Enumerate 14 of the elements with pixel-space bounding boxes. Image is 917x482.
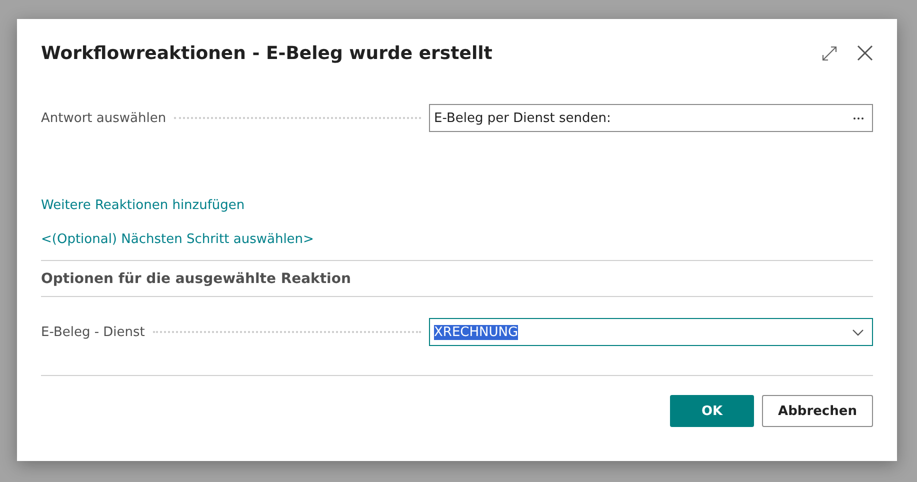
field-label: E-Beleg - Dienst: [41, 324, 145, 340]
more-icon[interactable]: [853, 116, 864, 120]
section-heading: Optionen für die ausgewählte Reaktion: [41, 270, 352, 289]
next-step-link[interactable]: <(Optional) Nächsten Schritt auswählen>: [41, 232, 314, 247]
close-icon[interactable]: [857, 45, 873, 61]
ok-button[interactable]: OK: [670, 395, 754, 427]
chevron-down-icon: [852, 328, 864, 336]
dialog-title: Workflowreaktionen - E-Beleg wurde erstellt: [41, 42, 492, 64]
dropdown-field[interactable]: XRECHNUNG: [429, 318, 873, 346]
field-label: Antwort auswählen: [41, 110, 166, 126]
add-reactions-link[interactable]: Weitere Reaktionen hinzufügen: [41, 198, 245, 213]
lookup-field[interactable]: E-Beleg per Dienst senden:: [429, 104, 873, 132]
expand-icon[interactable]: [822, 46, 837, 60]
cancel-button[interactable]: Abbrechen: [762, 395, 873, 427]
